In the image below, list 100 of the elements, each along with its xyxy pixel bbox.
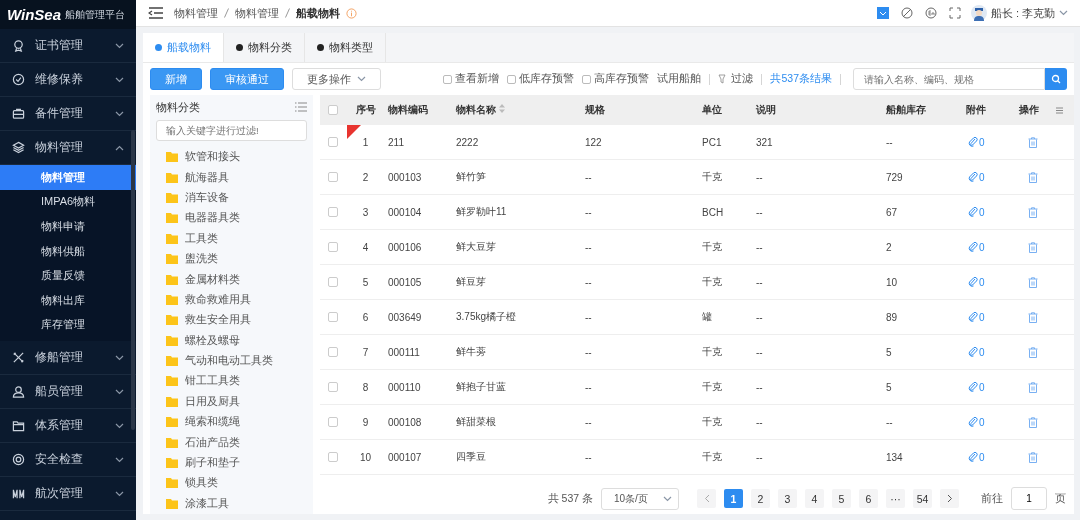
tree-item[interactable]: 金属材料类	[156, 269, 307, 290]
page-button[interactable]: 2	[751, 489, 770, 508]
tree-item[interactable]: 电器器具类	[156, 208, 307, 229]
search-button[interactable]	[1045, 68, 1067, 90]
page-button[interactable]: 4	[805, 489, 824, 508]
filter-button[interactable]: 过滤	[718, 72, 754, 86]
trash-icon[interactable]	[1028, 206, 1038, 218]
table-cell-text: 000110	[387, 381, 422, 393]
tree-item[interactable]: 消车设备	[156, 187, 307, 209]
attachment-link[interactable]: 0	[962, 136, 1015, 148]
trash-icon[interactable]	[1028, 276, 1038, 288]
tree-item[interactable]: 航海器具	[156, 167, 307, 188]
user-menu[interactable]: 船长 : 李克勤	[970, 5, 1068, 21]
sort-icon[interactable]	[498, 104, 505, 113]
tree-item[interactable]: 石油产品类	[156, 432, 307, 453]
sidebar-item[interactable]: 物料管理	[0, 165, 136, 190]
table-cell-text: 5	[885, 346, 893, 358]
chevron-right-icon	[946, 494, 953, 503]
trash-icon[interactable]	[1028, 381, 1038, 393]
tree-item[interactable]: 锁具类	[156, 473, 307, 494]
tree-item[interactable]: 救命救难用具	[156, 289, 307, 311]
sidebar-item[interactable]: IMPA6物料	[0, 189, 136, 215]
select-all-checkbox[interactable]	[328, 105, 338, 115]
vessel-link[interactable]: 试用船舶	[657, 72, 702, 86]
row-checkbox[interactable]	[328, 312, 338, 322]
tree-item[interactable]: 盥洗类	[156, 248, 307, 270]
tree-item[interactable]: 救生安全用具	[156, 310, 307, 331]
sidebar-item[interactable]: 物料出库	[0, 287, 136, 313]
tree-item[interactable]: 工具类	[156, 228, 307, 249]
tree-item[interactable]: 气动和电动工具类	[156, 350, 307, 372]
row-checkbox[interactable]	[328, 382, 338, 392]
table-cell-text: BCH	[701, 206, 725, 218]
chevron-icon	[115, 456, 124, 463]
table-cell-text: 134	[885, 451, 904, 463]
tree-item[interactable]: 刷子和垫子	[156, 452, 307, 474]
trash-icon[interactable]	[1028, 451, 1038, 463]
breadcrumb-item[interactable]: 物料管理	[235, 5, 279, 21]
trash-icon[interactable]	[1028, 136, 1038, 148]
table-cell-text: --	[584, 381, 593, 393]
tree-item[interactable]: 软管和接头	[156, 146, 307, 168]
tab[interactable]: 船载物料	[143, 33, 224, 62]
attachment-link[interactable]: 0	[962, 241, 1015, 253]
column-header: 操作	[1018, 103, 1040, 117]
tree-item[interactable]: 钳工工具类	[156, 371, 307, 392]
folder-icon	[166, 417, 178, 428]
trash-icon[interactable]	[1028, 171, 1038, 183]
trash-icon[interactable]	[1028, 346, 1038, 358]
sidebar-item[interactable]: 物料申请	[0, 214, 136, 239]
page-button[interactable]: 5	[832, 489, 851, 508]
checkbox[interactable]: 低库存预警	[507, 72, 575, 86]
sidebar-item[interactable]: 物料供船	[0, 238, 136, 264]
page-input[interactable]: 1	[1011, 487, 1047, 510]
filter-field[interactable]: 输入关键字进行过滤!	[156, 119, 307, 141]
dropdown-square-icon[interactable]	[876, 7, 889, 19]
page-button[interactable]: ···	[886, 489, 905, 508]
table-cell-text: 000105	[387, 276, 423, 288]
row-checkbox[interactable]	[328, 452, 338, 462]
attachment-link[interactable]: 0	[962, 381, 1015, 393]
row-checkbox[interactable]	[328, 347, 338, 357]
attachment-link[interactable]: 0	[962, 206, 1015, 218]
table-cell-text: 000108	[387, 416, 423, 428]
page-button[interactable]: 3	[778, 489, 797, 508]
menu-icon[interactable]	[148, 7, 164, 19]
list-icon[interactable]	[295, 102, 307, 113]
attachment-link[interactable]: 0	[962, 276, 1015, 288]
table-cell-text: --	[755, 346, 764, 358]
attachment-link[interactable]: 0	[962, 451, 1015, 463]
tree-item[interactable]: 绳索和缆绳	[156, 412, 307, 433]
table-cell-text: 鲜豆芽	[455, 275, 487, 289]
attachment-link[interactable]: 0	[962, 416, 1015, 428]
search-field[interactable]: 请输入名称、编码、规格	[853, 68, 1045, 90]
breadcrumb-item[interactable]: 物料管理	[174, 5, 218, 21]
page-button[interactable]: 6	[859, 489, 878, 508]
row-checkbox[interactable]	[328, 172, 338, 182]
sidebar-item[interactable]: 库存管理	[0, 312, 136, 338]
row-checkbox[interactable]	[328, 207, 338, 217]
trash-icon[interactable]	[1028, 416, 1038, 428]
tree-item[interactable]: 日用及厨具	[156, 391, 307, 413]
row-checkbox[interactable]	[328, 137, 338, 147]
page-size-select[interactable]: 10条/页	[601, 487, 679, 510]
checkbox[interactable]: 查看新增	[443, 72, 500, 86]
attachment-link[interactable]: 0	[962, 171, 1015, 183]
attachment-link[interactable]: 0	[962, 311, 1015, 323]
column-settings-icon[interactable]	[1055, 105, 1064, 115]
row-checkbox[interactable]	[328, 242, 338, 252]
row-checkbox[interactable]	[328, 277, 338, 287]
trash-icon[interactable]	[1028, 241, 1038, 253]
page-button[interactable]: 54	[913, 489, 932, 508]
chevron-icon	[115, 388, 124, 395]
info-icon[interactable]	[346, 7, 357, 19]
row-checkbox[interactable]	[328, 417, 338, 427]
tree-item[interactable]: 涂漆工具	[156, 493, 307, 514]
attachment-link[interactable]: 0	[962, 346, 1015, 358]
more-actions-button[interactable]: 更多操作	[292, 68, 381, 90]
sidebar-item[interactable]: 质量反馈	[0, 263, 136, 288]
fullscreen-icon[interactable]	[948, 7, 961, 19]
checkbox[interactable]: 高库存预警	[582, 72, 650, 86]
tree-item[interactable]: 螺栓及螺母	[156, 330, 307, 351]
column-header[interactable]: 物料名称	[452, 103, 581, 117]
trash-icon[interactable]	[1028, 311, 1038, 323]
